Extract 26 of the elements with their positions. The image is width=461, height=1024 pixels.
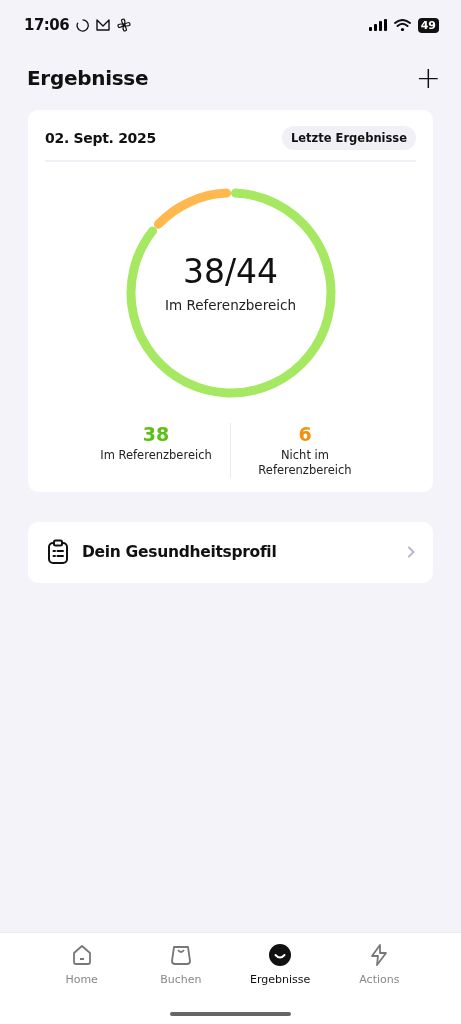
status-time: 17:06: [24, 16, 70, 34]
loading-icon: [76, 18, 90, 32]
latest-results-badge: Letzte Ergebnisse: [281, 126, 416, 150]
wifi-icon: [393, 19, 411, 31]
page-title: Ergebnisse: [27, 66, 149, 90]
health-profile-link[interactable]: Dein Gesundheitsprofil: [28, 521, 433, 583]
signal-icon: [368, 19, 387, 31]
battery-level: 49: [417, 17, 439, 33]
stat-label: Nicht im Referenzbereich: [257, 448, 353, 478]
score-value: 38/44: [182, 252, 279, 291]
stat-label: Im Referenzbereich: [100, 448, 212, 463]
tab-item[interactable]: Buchen: [131, 933, 231, 1024]
clipboard-icon: [47, 539, 69, 566]
pinwheel-icon: [117, 18, 132, 32]
bag-icon: [168, 943, 193, 967]
chevron-right-icon: [407, 546, 415, 559]
result-date: 02. Sept. 2025: [45, 130, 156, 146]
tab-item[interactable]: Home: [32, 933, 132, 1024]
score-label: Im Referenzbereich: [165, 297, 296, 313]
tab-item[interactable]: Actions: [329, 933, 429, 1024]
smiley-icon: [268, 943, 293, 967]
add-button[interactable]: +: [415, 63, 441, 93]
mail-icon: [96, 19, 111, 31]
stat-value: 38: [142, 423, 170, 445]
stat-value: 6: [298, 423, 312, 445]
tab-item[interactable]: Ergebnisse: [230, 933, 330, 1024]
